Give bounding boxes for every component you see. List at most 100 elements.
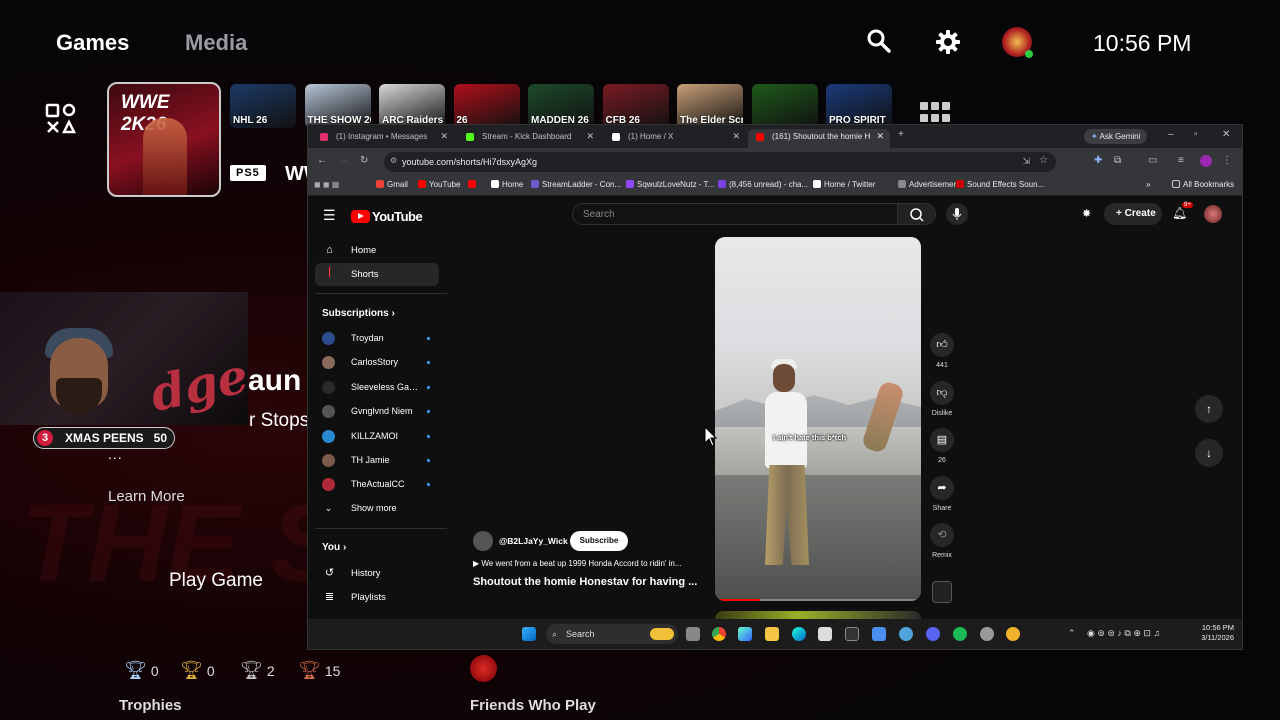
subscriptions-heading[interactable]: Subscriptions ›	[322, 308, 395, 319]
apps-grid-icon[interactable]	[920, 102, 950, 124]
game-tile[interactable]: ARC Raiders	[379, 84, 445, 128]
subscription-item[interactable]: CarlosStory	[322, 352, 442, 374]
taskbar-clock[interactable]: 10:56 PM 3/11/2026	[1201, 623, 1234, 643]
more-bookmarks-icon[interactable]: »	[1146, 180, 1150, 189]
forward-icon[interactable]: →	[339, 155, 349, 166]
settings-gear-icon[interactable]	[934, 28, 964, 58]
browser-tab[interactable]: (1) Instagram • Messages ✕	[312, 129, 454, 148]
voice-search-mic-icon[interactable]	[946, 203, 968, 225]
dropbox-icon[interactable]	[872, 627, 886, 641]
previous-short-arrow-up-icon[interactable]: ↑	[1195, 395, 1223, 423]
you-heading[interactable]: You ›	[322, 542, 346, 553]
play-game-button[interactable]: Play Game	[169, 570, 263, 592]
user-avatar[interactable]	[1002, 27, 1033, 58]
account-avatar[interactable]	[1204, 205, 1222, 223]
widget-icon[interactable]	[650, 628, 674, 640]
subscribe-button[interactable]: Subscribe	[570, 531, 628, 551]
menu-hamburger-icon[interactable]: ☰	[323, 207, 336, 224]
edge-icon[interactable]	[792, 627, 806, 641]
windows-start-icon[interactable]	[522, 627, 536, 641]
browser-tab[interactable]: Stream - Kick Dashboard ✕	[458, 129, 600, 148]
dislike-button[interactable]: 👎︎ Dislike	[928, 381, 956, 417]
back-icon[interactable]: ←	[317, 155, 327, 166]
bookmark-item[interactable]: YouTube	[418, 180, 460, 189]
install-app-icon[interactable]: ⇲	[1022, 156, 1030, 167]
all-bookmarks[interactable]: All Bookmarks	[1172, 180, 1234, 189]
tray-icons[interactable]: ◉ ⊚ ⊜ ♪ ⧉ ⊕ ⊡ ♫	[1087, 628, 1160, 639]
more-options-dots[interactable]: ...	[108, 446, 123, 462]
search-input[interactable]: Search	[572, 203, 898, 225]
bookmark-item[interactable]: (8,456 unread) - cha...	[718, 180, 808, 189]
comments-button[interactable]: ▤ 26	[928, 428, 956, 464]
friend-avatar[interactable]	[470, 655, 497, 682]
ask-gemini-button[interactable]: ✦ Ask Gemini	[1084, 129, 1148, 144]
learn-more-button[interactable]: Learn More	[108, 488, 185, 505]
game-tile[interactable]: NHL 26	[230, 84, 296, 128]
app-n-icon[interactable]	[845, 627, 859, 641]
bookmark-item[interactable]: StreamLadder - Con...	[531, 180, 621, 189]
remix-button[interactable]: ⟲ Remix	[928, 523, 956, 559]
search-button[interactable]	[898, 203, 936, 225]
close-window-button[interactable]: ✕	[1222, 129, 1230, 140]
bookmark-star-icon[interactable]: ☆	[1039, 155, 1048, 166]
create-button[interactable]: + Create	[1104, 203, 1162, 225]
subscription-item[interactable]: Sleeveless Gami...	[322, 377, 442, 399]
maximize-button[interactable]: ▫	[1194, 129, 1198, 140]
media-controls-icon[interactable]: ≡	[1178, 155, 1184, 166]
like-button[interactable]: 👍︎ 441	[928, 333, 956, 369]
copilot-icon[interactable]	[738, 627, 752, 641]
sound-waveform-icon[interactable]	[932, 581, 952, 603]
new-tab-button[interactable]: +	[898, 129, 904, 140]
bookmark-item[interactable]: SqwulzLoveNutz - T...	[626, 180, 714, 189]
short-video-player[interactable]: I ain't hate this b*tch	[715, 237, 921, 601]
chrome-taskbar-icon[interactable]	[712, 627, 726, 641]
game-tile[interactable]: CFB 26	[602, 84, 669, 128]
chrome-menu-icon[interactable]: ⋮	[1222, 155, 1232, 166]
subscription-item[interactable]: TheActualCC	[322, 474, 442, 496]
game-library-icon[interactable]	[44, 102, 80, 138]
discord-icon[interactable]	[926, 627, 940, 641]
sidebar-item-shorts[interactable]: ꟾ Shorts	[315, 263, 439, 286]
channel-name[interactable]: @B2LJaYy_Wick	[499, 536, 568, 546]
browser-tab[interactable]: (161) Shoutout the homie H ✕	[748, 129, 890, 148]
channel-avatar[interactable]	[473, 531, 493, 551]
sidebar-item-history[interactable]: ↺ History	[315, 562, 439, 585]
subscription-item[interactable]: Troydan	[322, 328, 442, 350]
bookmark-item[interactable]: Advertisement	[898, 180, 960, 189]
next-short-arrow-down-icon[interactable]: ↓	[1195, 439, 1223, 467]
sidebar-item-playlists[interactable]: ≣ Playlists	[315, 586, 439, 609]
video-progress-bar[interactable]	[715, 599, 921, 601]
sidebar-item-home[interactable]: ⌂ Home	[315, 239, 439, 262]
address-bar[interactable]: ⚙ youtube.com/shorts/Hi7dsxyAgXg ⇲ ☆	[384, 152, 1056, 172]
featured-game-tile[interactable]: WWE 2K26	[107, 82, 221, 197]
tab-close-icon[interactable]: ✕	[732, 129, 740, 144]
minimize-button[interactable]: –	[1168, 129, 1174, 140]
game-tile[interactable]: 26	[453, 84, 520, 128]
tab-games[interactable]: Games	[56, 30, 129, 56]
subscription-item[interactable]: TH Jamie	[322, 450, 442, 472]
side-panel-icon[interactable]: ▭	[1148, 155, 1157, 166]
site-info-icon[interactable]: ⚙	[390, 156, 397, 165]
app-yellow-icon[interactable]	[1006, 627, 1020, 641]
game-tile[interactable]: PRO SPIRIT	[826, 84, 892, 128]
bookmark-item[interactable]: Sound Effects Soun...	[956, 180, 1044, 189]
tab-close-icon[interactable]: ✕	[586, 129, 594, 144]
app-grey-icon[interactable]	[980, 627, 994, 641]
spotify-icon[interactable]	[953, 627, 967, 641]
show-more-button[interactable]: ⌄ Show more	[322, 498, 442, 520]
video-title[interactable]: Shoutout the homie Honestav for having .…	[473, 576, 697, 588]
file-explorer-icon[interactable]	[765, 627, 779, 641]
subscription-item[interactable]: Gvnglvnd Niem	[322, 401, 442, 423]
search-icon[interactable]	[866, 28, 896, 58]
tab-close-icon[interactable]: ✕	[440, 129, 448, 144]
bookmark-item[interactable]: Gmail	[376, 180, 408, 189]
subscription-item[interactable]: KILLZAMOI	[322, 426, 442, 448]
notifications-bell-icon[interactable]: 🔔︎	[1172, 206, 1187, 220]
tray-expand-chevron-icon[interactable]: ⌃	[1068, 628, 1076, 639]
profile-avatar[interactable]	[1200, 155, 1212, 167]
bookmark-item[interactable]: Home	[491, 180, 523, 189]
game-tile[interactable]	[751, 84, 818, 128]
app-circle-icon[interactable]	[899, 627, 913, 641]
game-tile[interactable]: THE SHOW 26	[304, 84, 371, 128]
reload-icon[interactable]: ↻	[360, 155, 368, 166]
